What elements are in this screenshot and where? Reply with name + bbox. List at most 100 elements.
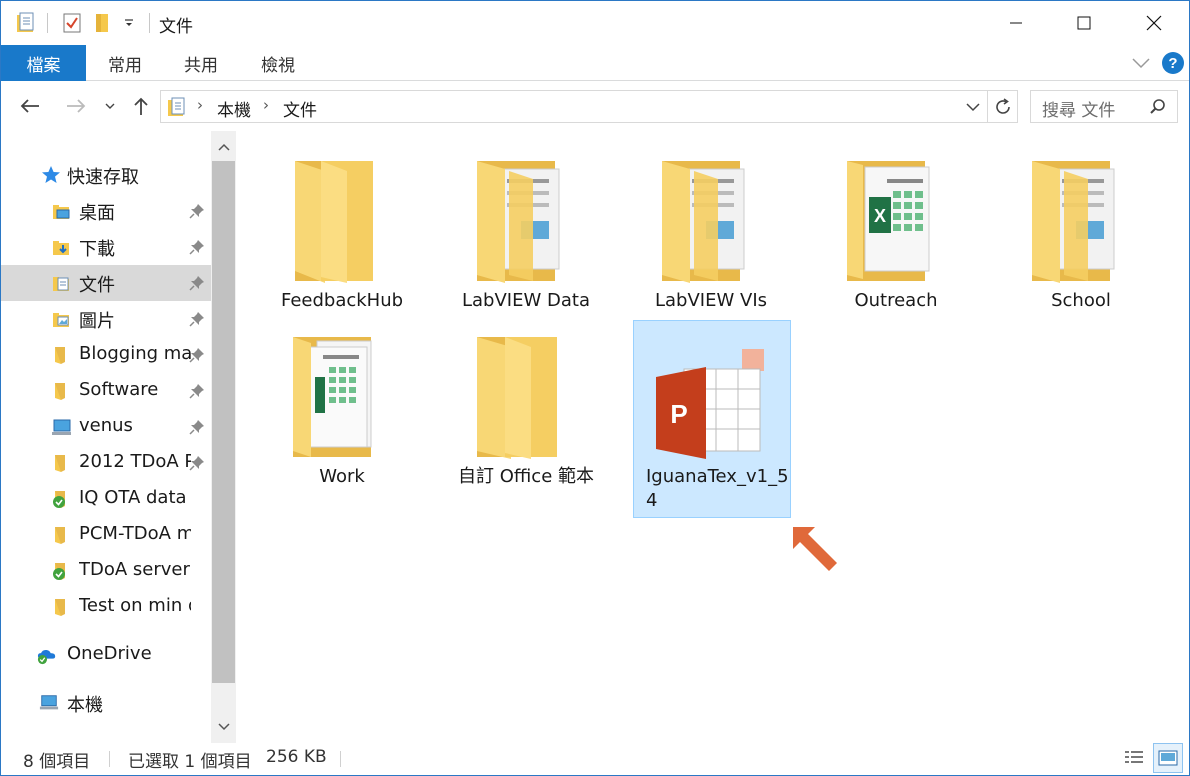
details-view-icon [1125,751,1143,763]
help-icon[interactable]: ? [1161,51,1185,75]
folder-icon [55,383,65,400]
folder-with-documents-icon [1032,161,1115,283]
refresh-button[interactable] [988,90,1018,123]
large-icons-view-button[interactable] [1153,743,1183,773]
folder-icon [295,161,373,283]
item-name-line2: 4 [646,490,658,511]
address-row: › 本機 › 文件 搜尋 文件 [1,81,1189,131]
sidebar-item[interactable]: 文件 [1,265,211,301]
pin-icon[interactable] [189,203,205,219]
status-bar: 8 個項目 已選取 1 個項目 256 KB [1,743,1189,775]
sidebar-item-label: TDoA server [79,559,190,580]
new-folder-icon[interactable] [89,11,115,35]
large-icons-view-icon [1158,750,1178,766]
folder-school[interactable]: School [1002,151,1160,321]
pin-icon[interactable] [189,383,205,399]
file-iguanatex[interactable]: P IguanaTex_v1_5 4 [633,320,791,518]
tab-share[interactable]: 共用 [167,45,235,81]
nav-this-pc[interactable]: 本機 [1,685,211,721]
pin-icon[interactable] [189,239,205,255]
refresh-icon [995,97,1010,114]
expand-ribbon-icon[interactable] [1131,51,1151,75]
address-dropdown-icon[interactable] [965,101,981,113]
sidebar-item[interactable]: venus [1,409,211,445]
pin-icon[interactable] [189,275,205,291]
breadcrumb-this-pc[interactable]: 本機 [217,96,251,121]
sidebar-item[interactable]: Blogging ma [1,337,211,373]
window-title: 文件 [159,17,193,37]
divider [109,751,110,767]
item-name: 自訂 Office 範本 [458,466,594,487]
tab-home[interactable]: 常用 [91,45,159,81]
folder-custom-office-templates[interactable]: 自訂 Office 範本 [447,327,605,497]
nav-onedrive[interactable]: OneDrive [1,637,211,673]
file-list: FeedbackHub LabVIEW Data LabVIEW VIs X O… [237,131,1189,743]
sidebar-item[interactable]: PCM-TDoA mar [1,517,211,553]
powerpoint-file-icon: P [656,349,764,459]
folder-labview-data[interactable]: LabVIEW Data [447,151,605,321]
breadcrumb-chevron-icon[interactable]: › [197,96,203,114]
sidebar-item[interactable]: Test on min dat [1,589,211,625]
nav-onedrive-label: OneDrive [67,643,152,664]
item-name: School [1051,290,1111,311]
breadcrumb-documents[interactable]: 文件 [283,96,317,121]
folder-work[interactable]: Work [263,327,421,497]
search-icon[interactable] [1149,98,1167,116]
explorer-icon[interactable] [13,11,39,35]
minimize-button[interactable] [993,1,1039,45]
explorer-window: 文件 檔案 常用 共用 檢視 ? › 本機 › 文件 搜尋 文件 快速存取 桌面… [0,0,1190,776]
folder-feedbackhub[interactable]: FeedbackHub [263,151,421,321]
folder-with-excel-icon: X [847,161,930,281]
divider [149,13,150,33]
computer-icon [39,695,59,710]
item-name-line1: IguanaTex_v1_5 [646,466,789,487]
properties-icon[interactable] [59,11,85,35]
sidebar-item[interactable]: TDoA server [1,553,211,589]
up-button[interactable] [129,94,153,118]
divider [47,13,48,33]
scroll-thumb[interactable] [212,161,235,683]
item-name: Work [319,466,365,487]
tab-file[interactable]: 檔案 [1,45,86,81]
sidebar-item[interactable]: 桌面 [1,193,211,229]
desktop-folder-icon [53,205,70,219]
forward-button[interactable] [63,94,89,118]
scroll-up-button[interactable] [211,135,236,159]
folder-outreach[interactable]: X Outreach [817,151,975,321]
back-button[interactable] [17,94,43,118]
sidebar-item[interactable]: Software [1,373,211,409]
scroll-down-button[interactable] [211,715,236,739]
sidebar-item-label: Test on min dat [79,595,191,616]
pin-icon[interactable] [189,311,205,327]
divider [340,751,341,767]
details-view-button[interactable] [1119,743,1149,773]
sidebar-item[interactable]: 下載 [1,229,211,265]
sidebar-item-label: 桌面 [79,203,115,224]
pin-icon[interactable] [189,347,205,363]
address-bar[interactable]: › 本機 › 文件 [160,90,988,123]
pin-icon[interactable] [189,419,205,435]
sidebar-item[interactable]: 圖片 [1,301,211,337]
folder-labview-vis[interactable]: LabVIEW VIs [632,151,790,321]
onedrive-icon [37,649,56,665]
nav-scrollbar[interactable] [211,131,236,743]
navigation-pane: 快速存取 桌面下載 文件 圖片 Blogging ma Software venus 201… [1,131,236,743]
svg-text:X: X [874,206,886,226]
sidebar-item-label: Software [79,379,159,400]
breadcrumb-chevron-icon[interactable]: › [263,96,269,114]
close-button[interactable] [1131,1,1177,45]
nav-this-pc-label: 本機 [67,695,103,716]
sidebar-item[interactable]: IQ OTA data fra [1,481,211,517]
selection-count: 已選取 1 個項目 [128,752,252,772]
customize-quick-access-icon[interactable] [119,11,139,35]
documents-folder-icon [168,97,185,116]
tab-view[interactable]: 檢視 [244,45,312,81]
pin-icon[interactable] [189,455,205,471]
search-box[interactable]: 搜尋 文件 [1030,90,1178,123]
recent-locations-icon[interactable] [101,94,119,118]
annotation-arrow-icon [793,527,837,571]
sidebar-item[interactable]: 2012 TDoA P [1,445,211,481]
maximize-button[interactable] [1061,1,1107,45]
synced-folder-icon [53,491,65,508]
nav-quick-access[interactable]: 快速存取 [1,157,211,193]
